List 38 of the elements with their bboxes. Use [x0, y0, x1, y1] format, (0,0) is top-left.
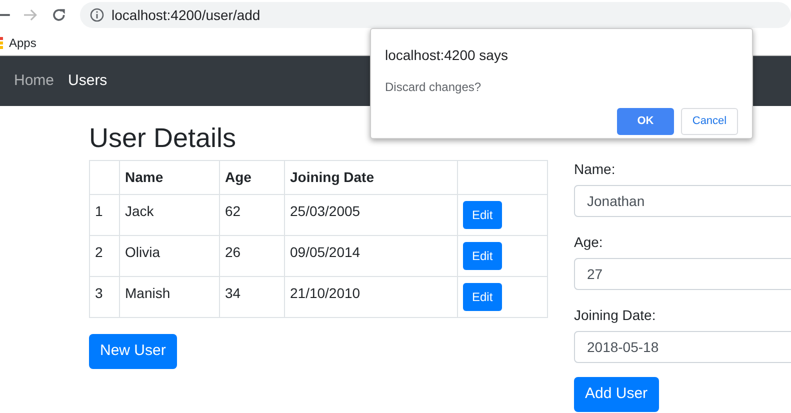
table-cell: 1: [95, 203, 103, 220]
section-title: User Details: [89, 122, 238, 154]
table-cell: 2: [95, 244, 103, 260]
table-cell: 34: [225, 285, 241, 302]
field-label: Joining Date:: [574, 307, 657, 324]
edit-button[interactable]: Edit: [463, 283, 502, 312]
bookmark-link[interactable]: Apps: [9, 34, 36, 52]
cancel-button[interactable]: Cancel: [681, 108, 738, 135]
input-field[interactable]: Jonathan: [574, 185, 791, 217]
add-user-button[interactable]: Add User: [574, 377, 659, 412]
info-icon[interactable]: [90, 8, 104, 22]
column-header: Joining Date: [290, 169, 374, 186]
reload-icon[interactable]: [52, 8, 66, 22]
table-cell: 62: [225, 203, 241, 220]
ok-button[interactable]: OK: [617, 108, 674, 135]
table-cell: Olivia: [125, 244, 160, 260]
url-text[interactable]: localhost:4200/user/add: [112, 4, 260, 26]
field-label: Age:: [574, 234, 604, 251]
new-user-button[interactable]: New User: [89, 334, 177, 369]
table-cell: 09/05/2014: [290, 244, 360, 260]
table-cell: 3: [95, 285, 103, 302]
table-cell: 25/03/2005: [290, 203, 360, 220]
table-cell: Manish: [125, 285, 170, 302]
dialog-title: localhost:4200 says: [385, 46, 509, 65]
table-cell: 26: [225, 244, 241, 260]
nav-link[interactable]: Home: [14, 70, 54, 92]
dialog-message: Discard changes?: [385, 79, 482, 96]
field-label: Name:: [574, 161, 616, 178]
column-header: Age: [225, 169, 252, 186]
edit-button[interactable]: Edit: [463, 242, 502, 270]
input-field[interactable]: 27: [574, 258, 791, 290]
apps-icon[interactable]: [0, 36, 3, 48]
column-header: Name: [125, 169, 164, 186]
edit-button[interactable]: Edit: [463, 201, 502, 230]
nav-link[interactable]: Users: [68, 70, 108, 92]
table-cell: Jack: [125, 203, 154, 220]
input-field[interactable]: 2018-05-18: [574, 331, 791, 363]
table-cell: 21/10/2010: [290, 285, 360, 302]
